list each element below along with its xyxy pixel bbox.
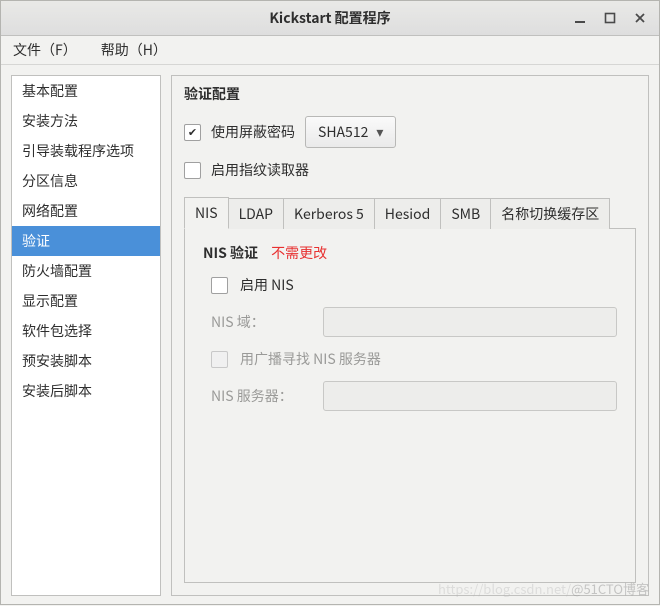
tab-nis[interactable]: NIS (184, 197, 229, 229)
tab-kerberos[interactable]: Kerberos 5 (283, 198, 375, 229)
sidebar-item-firewall[interactable]: 防火墙配置 (12, 256, 160, 286)
content-heading: 验证配置 (172, 76, 648, 110)
menubar: 文件（F） 帮助（H） (1, 36, 659, 65)
sidebar-item-display[interactable]: 显示配置 (12, 286, 160, 316)
tab-ldap[interactable]: LDAP (228, 198, 284, 229)
select-hash-algo-value: SHA512 (318, 122, 368, 142)
tab-hesiod[interactable]: Hesiod (374, 198, 442, 229)
label-nis-domain: NIS 域： (211, 312, 311, 332)
row-nis-broadcast: 用广播寻找 NIS 服务器 (211, 349, 617, 369)
sidebar: 基本配置 安装方法 引导装载程序选项 分区信息 网络配置 验证 防火墙配置 显示… (11, 75, 161, 596)
titlebar: Kickstart 配置程序 (1, 1, 659, 36)
sidebar-item-post[interactable]: 安装后脚本 (12, 376, 160, 406)
row-nis-domain: NIS 域： (211, 307, 617, 337)
label-nis-server: NIS 服务器： (211, 386, 311, 406)
sidebar-item-packages[interactable]: 软件包选择 (12, 316, 160, 346)
close-button[interactable] (627, 8, 653, 28)
row-fingerprint: 启用指纹读取器 (184, 160, 636, 180)
window-title: Kickstart 配置程序 (269, 8, 390, 28)
tab-bar: NIS LDAP Kerberos 5 Hesiod SMB 名称切换缓存区 (184, 196, 636, 228)
row-nis-enable: 启用 NIS (211, 275, 617, 295)
input-nis-domain[interactable] (323, 307, 617, 337)
nis-annotation: 不需更改 (271, 243, 327, 263)
tab-nscd[interactable]: 名称切换缓存区 (490, 198, 610, 229)
checkbox-nis-enable[interactable] (211, 277, 228, 294)
nis-heading-row: NIS 验证 不需更改 (203, 243, 617, 263)
sidebar-item-partition[interactable]: 分区信息 (12, 166, 160, 196)
window: Kickstart 配置程序 文件（F） 帮助（H） 基本配置 安装方法 引导装… (0, 0, 660, 605)
minimize-button[interactable] (567, 8, 593, 28)
menu-help[interactable]: 帮助（H） (97, 38, 171, 62)
checkbox-nis-broadcast[interactable] (211, 351, 228, 368)
nis-heading: NIS 验证 (203, 243, 258, 263)
label-fingerprint: 启用指纹读取器 (211, 160, 309, 180)
sidebar-item-bootloader[interactable]: 引导装载程序选项 (12, 136, 160, 166)
row-nis-server: NIS 服务器： (211, 381, 617, 411)
select-hash-algo[interactable]: SHA512 ▾ (305, 116, 396, 148)
menu-file[interactable]: 文件（F） (9, 38, 81, 62)
row-shadow-password: 使用屏蔽密码 SHA512 ▾ (184, 116, 636, 148)
checkbox-use-shadow[interactable] (184, 124, 201, 141)
sidebar-item-basic[interactable]: 基本配置 (12, 76, 160, 106)
label-use-shadow: 使用屏蔽密码 (211, 122, 295, 142)
sidebar-item-pre[interactable]: 预安装脚本 (12, 346, 160, 376)
sidebar-item-auth[interactable]: 验证 (12, 226, 160, 256)
content-body: 使用屏蔽密码 SHA512 ▾ 启用指纹读取器 NIS LDAP Kerber (172, 110, 648, 595)
label-nis-enable: 启用 NIS (240, 275, 294, 295)
maximize-button[interactable] (597, 8, 623, 28)
input-nis-server[interactable] (323, 381, 617, 411)
auth-tabs: NIS LDAP Kerberos 5 Hesiod SMB 名称切换缓存区 N… (184, 196, 636, 583)
main-area: 基本配置 安装方法 引导装载程序选项 分区信息 网络配置 验证 防火墙配置 显示… (1, 65, 659, 606)
sidebar-item-install[interactable]: 安装方法 (12, 106, 160, 136)
tab-smb[interactable]: SMB (440, 198, 491, 229)
chevron-down-icon: ▾ (376, 122, 383, 142)
label-nis-broadcast: 用广播寻找 NIS 服务器 (240, 349, 381, 369)
sidebar-item-network[interactable]: 网络配置 (12, 196, 160, 226)
tab-panel-nis: NIS 验证 不需更改 启用 NIS NIS 域： (184, 228, 636, 583)
window-controls (567, 1, 653, 35)
checkbox-fingerprint[interactable] (184, 162, 201, 179)
content-pane: 验证配置 使用屏蔽密码 SHA512 ▾ 启用指纹读取器 (171, 75, 649, 596)
